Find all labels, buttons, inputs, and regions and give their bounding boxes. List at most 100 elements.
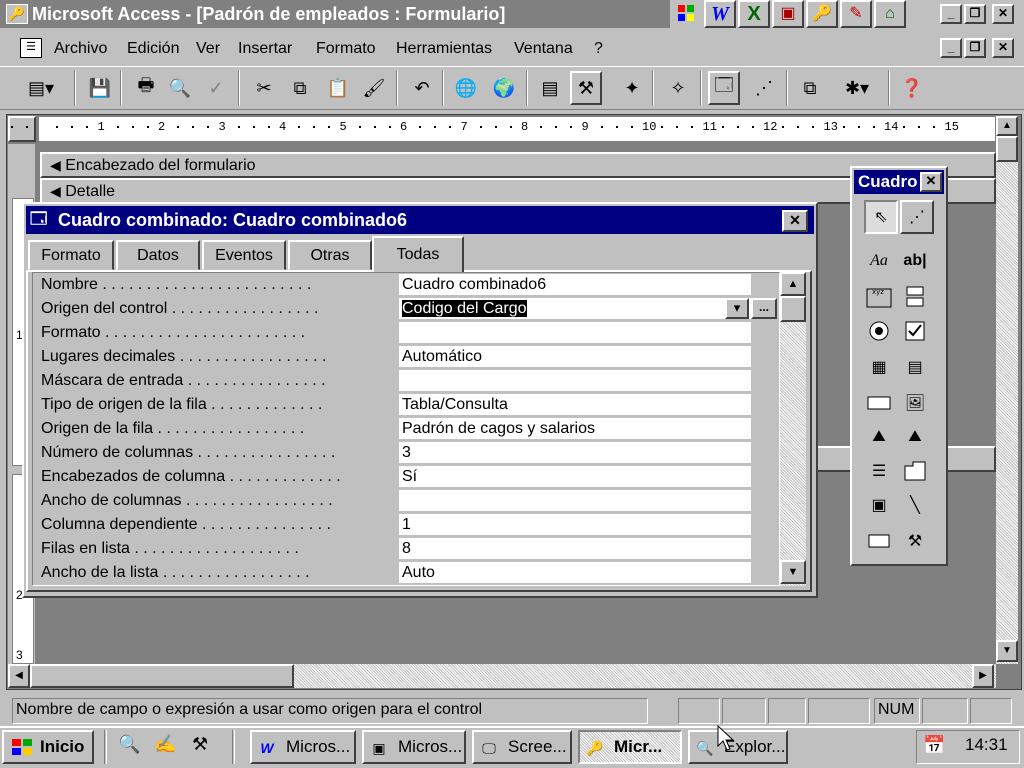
- new-object-icon[interactable]: ✱▾: [832, 71, 882, 105]
- property-value-field[interactable]: [399, 322, 751, 343]
- property-value-field[interactable]: Automático: [399, 346, 751, 367]
- menu-edicion[interactable]: Edición: [127, 36, 179, 62]
- properties-window-icon[interactable]: 🗔: [30, 209, 52, 231]
- paste-icon[interactable]: 📋: [322, 71, 354, 105]
- field-list-icon[interactable]: ▤: [534, 71, 566, 105]
- insert-hyperlink-icon[interactable]: 🌐: [450, 71, 482, 105]
- control-wizards-icon[interactable]: ⋰: [900, 200, 934, 234]
- property-value-field[interactable]: Tabla/Consulta: [399, 394, 751, 415]
- property-label[interactable]: Máscara de entrada . . . . . . . . . . .…: [41, 369, 397, 392]
- spelling-icon[interactable]: ✓: [200, 71, 232, 105]
- document-icon[interactable]: ☰: [20, 38, 42, 58]
- property-label[interactable]: Origen del control . . . . . . . . . . .…: [41, 297, 397, 320]
- properties-icon[interactable]: 🗔: [708, 71, 740, 105]
- close-icon[interactable]: ✕: [992, 4, 1014, 24]
- taskbar-button[interactable]: 🔑 Micr...: [578, 730, 682, 764]
- tab-formato[interactable]: Formato: [28, 240, 114, 270]
- quicklaunch-outlook-icon[interactable]: ✍: [154, 734, 182, 760]
- property-value-field[interactable]: Cuadro combinado6: [399, 274, 751, 295]
- undo-icon[interactable]: ↶: [406, 71, 438, 105]
- option-button-icon[interactable]: [864, 316, 894, 346]
- powerpoint-icon[interactable]: ▣: [772, 0, 804, 28]
- menu-archivo[interactable]: Archivo: [54, 36, 107, 62]
- scroll-up-icon[interactable]: ▲: [996, 116, 1018, 136]
- scroll-thumb[interactable]: [780, 296, 806, 322]
- form-view-icon[interactable]: ▤▾: [18, 71, 64, 105]
- access-app-icon[interactable]: 🔑: [6, 4, 28, 24]
- scroll-thumb[interactable]: [996, 136, 1018, 162]
- select-objects-icon[interactable]: ⇖: [864, 200, 898, 234]
- taskbar-button[interactable]: W Micros...: [250, 730, 356, 764]
- tab-otras[interactable]: Otras: [288, 240, 372, 270]
- label-icon[interactable]: Aa: [864, 246, 894, 276]
- scroll-up-icon[interactable]: ▲: [780, 272, 806, 296]
- taskbar-button[interactable]: 🔍 Explor...: [688, 730, 788, 764]
- scroll-down-icon[interactable]: ▼: [780, 560, 806, 584]
- form-horizontal-scrollbar[interactable]: ◀ ▶: [8, 664, 996, 688]
- property-label[interactable]: Lugares decimales . . . . . . . . . . . …: [41, 345, 397, 368]
- toolbox-icon[interactable]: ⚒: [570, 71, 602, 105]
- bound-object-frame-icon[interactable]: ⛰: [900, 422, 930, 452]
- property-value-field[interactable]: Auto: [399, 562, 751, 583]
- doc-minimize-icon[interactable]: _: [940, 38, 962, 58]
- property-label[interactable]: Nombre . . . . . . . . . . . . . . . . .…: [41, 273, 397, 296]
- quicklaunch-tools-icon[interactable]: ⚒: [192, 734, 220, 760]
- menu-help[interactable]: ?: [594, 36, 603, 62]
- doc-close-icon[interactable]: ✕: [992, 38, 1014, 58]
- menu-ventana[interactable]: Ventana: [514, 36, 573, 62]
- rectangle-icon[interactable]: [864, 526, 894, 556]
- office-icon[interactable]: [676, 2, 696, 24]
- more-controls-icon[interactable]: ⚒: [900, 526, 930, 556]
- line-icon[interactable]: ╲: [900, 490, 930, 520]
- property-label[interactable]: Ancho de la lista . . . . . . . . . . . …: [41, 561, 397, 584]
- form-selector[interactable]: [8, 116, 36, 142]
- menu-insertar[interactable]: Insertar: [238, 36, 292, 62]
- property-value-field[interactable]: [399, 370, 751, 391]
- access-icon[interactable]: 🔑: [806, 0, 838, 28]
- property-value-field[interactable]: 8: [399, 538, 751, 559]
- minimize-icon[interactable]: _: [940, 4, 962, 24]
- scheduler-icon[interactable]: 📅: [923, 735, 945, 756]
- builder-button[interactable]: ...: [751, 298, 777, 319]
- copy-icon[interactable]: ⧉: [284, 71, 316, 105]
- hscroll-thumb[interactable]: [30, 664, 294, 688]
- save-icon[interactable]: 💾: [84, 71, 116, 105]
- quicklaunch-explorer-icon[interactable]: 🔍: [118, 734, 146, 760]
- unbound-object-frame-icon[interactable]: ⛰: [864, 422, 894, 452]
- help-icon[interactable]: ❓: [896, 71, 928, 105]
- web-toolbar-icon[interactable]: 🌍: [488, 71, 520, 105]
- menu-herramientas[interactable]: Herramientas: [396, 36, 492, 62]
- dropdown-arrow-icon[interactable]: ▾: [725, 298, 749, 319]
- tab-eventos[interactable]: Eventos: [202, 240, 286, 270]
- menu-ver[interactable]: Ver: [196, 36, 220, 62]
- excel-icon[interactable]: X: [738, 0, 770, 28]
- property-value-field[interactable]: 3: [399, 442, 751, 463]
- start-button[interactable]: Inicio: [2, 730, 94, 764]
- page-break-icon[interactable]: ☰: [864, 456, 894, 486]
- property-label[interactable]: Filas en lista . . . . . . . . . . . . .…: [41, 537, 397, 560]
- option-group-icon[interactable]: xyz: [864, 282, 894, 312]
- binder-icon[interactable]: ✎: [840, 0, 872, 28]
- property-label[interactable]: Origen de la fila . . . . . . . . . . . …: [41, 417, 397, 440]
- tab-datos[interactable]: Datos: [116, 240, 200, 270]
- toggle-button-icon[interactable]: [900, 282, 930, 312]
- scroll-left-icon[interactable]: ◀: [8, 664, 30, 688]
- property-label[interactable]: Número de columnas . . . . . . . . . . .…: [41, 441, 397, 464]
- outlook-icon[interactable]: ⌂: [874, 0, 906, 28]
- image-icon[interactable]: 🖼: [900, 388, 930, 418]
- command-button-icon[interactable]: [864, 388, 894, 418]
- cut-icon[interactable]: ✂: [248, 71, 280, 105]
- property-value-field[interactable]: Padrón de cagos y salarios: [399, 418, 751, 439]
- property-value-field[interactable]: Codigo del Cargo: [399, 298, 751, 319]
- tab-todas[interactable]: Todas: [372, 236, 464, 272]
- taskbar-button[interactable]: 🖵 Scree...: [472, 730, 572, 764]
- combo-box-icon[interactable]: ▦: [864, 352, 894, 382]
- property-label[interactable]: Formato . . . . . . . . . . . . . . . . …: [41, 321, 397, 344]
- toolbox-close-icon[interactable]: ✕: [920, 172, 942, 192]
- print-preview-icon[interactable]: 🔍: [164, 71, 196, 105]
- check-box-icon[interactable]: [900, 316, 930, 346]
- text-box-icon[interactable]: ab|: [900, 246, 930, 276]
- print-icon[interactable]: 🖶: [130, 71, 162, 105]
- format-painter-icon[interactable]: 🖌: [358, 71, 390, 105]
- property-scrollbar[interactable]: ▲ ▼: [780, 272, 806, 586]
